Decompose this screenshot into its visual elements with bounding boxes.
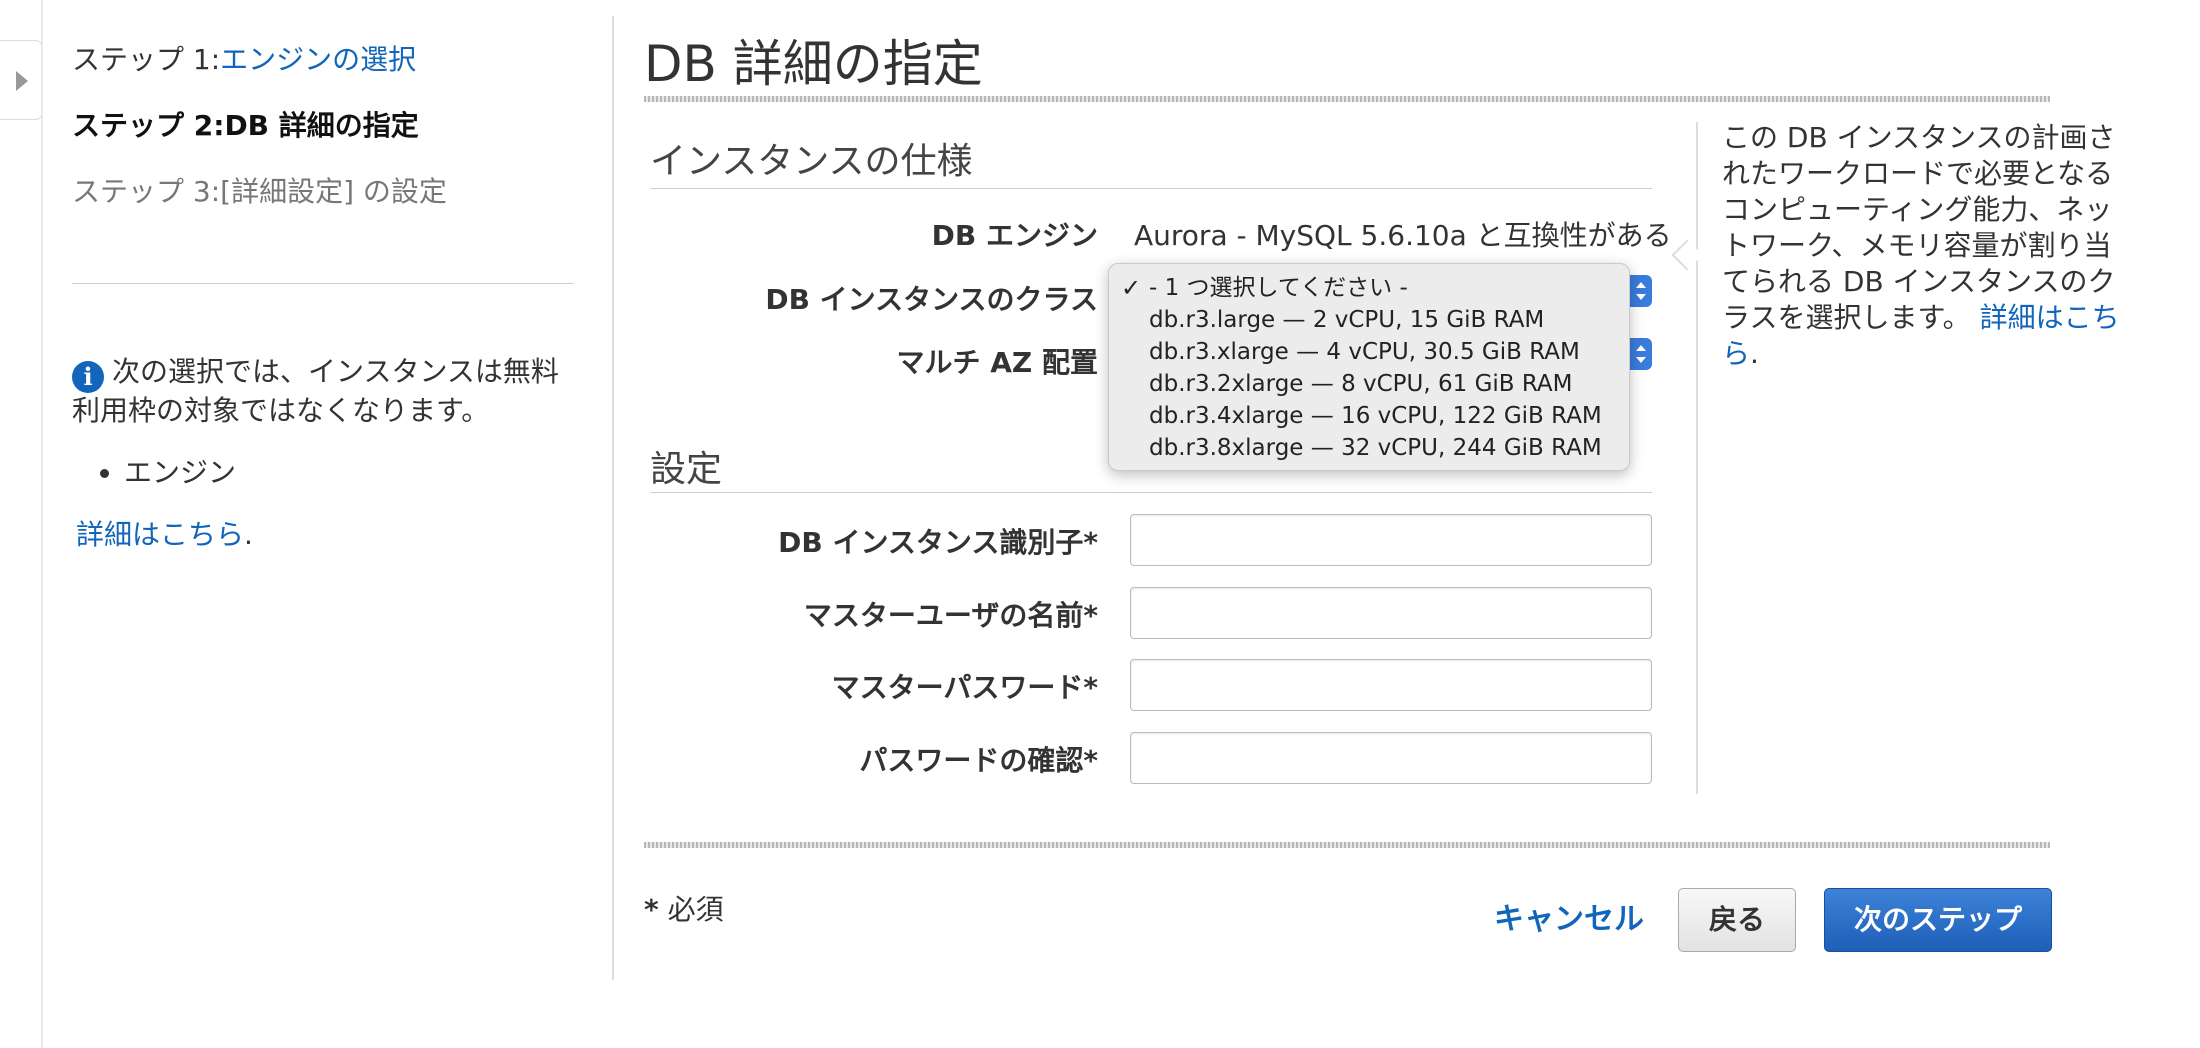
required-label: 必須	[667, 893, 724, 926]
db-identifier-label: DB インスタンス識別子*	[778, 526, 1098, 559]
help-panel: この DB インスタンスの計画されたワークロードで必要となるコンピューティング能…	[1722, 120, 2122, 372]
master-username-label: マスターユーザの名前*	[803, 599, 1098, 632]
step-3-label: [詳細設定] の設定	[220, 175, 447, 208]
confirm-password-label: パスワードの確認*	[859, 744, 1098, 777]
notice-more-link[interactable]: 詳細はこちら	[76, 518, 244, 551]
notice-text-block: i 次の選択では、インスタンスは無料利用枠の対象ではなくなります。	[72, 354, 582, 429]
instance-class-select[interactable]	[1630, 275, 1652, 307]
settings-section-rule	[650, 492, 1652, 493]
spec-section-title: インスタンスの仕様	[650, 141, 973, 182]
notice-list: エンジン	[124, 455, 582, 491]
spec-section-rule	[650, 188, 1652, 189]
title-rule	[644, 96, 2050, 102]
checkmark-icon: ✓	[1121, 274, 1142, 302]
step-1-link[interactable]: エンジンの選択	[220, 43, 416, 76]
dropdown-option-placeholder[interactable]: ✓ - 1 つ選択してください -	[1109, 272, 1629, 304]
free-tier-notice: i次の選択では、インスタンスは無料利用枠の対象ではなくなります。 エンジン 詳細…	[72, 354, 582, 553]
instance-class-dropdown: ✓ - 1 つ選択してください - db.r3.large — 2 vCPU, 1…	[1108, 263, 1630, 471]
sidebar-edge	[41, 0, 43, 1048]
notice-text: 次の選択では、インスタンスは無料利用枠の対象ではなくなります。	[72, 355, 559, 427]
required-note: * 必須	[644, 888, 724, 928]
info-icon: i	[72, 361, 104, 393]
master-password-input[interactable]	[1130, 659, 1652, 711]
cancel-button[interactable]: キャンセル	[1494, 894, 1644, 938]
footer-rule	[644, 842, 2050, 848]
next-step-button[interactable]: 次のステップ	[1824, 888, 2052, 952]
confirm-password-input[interactable]	[1130, 732, 1652, 784]
back-button[interactable]: 戻る	[1678, 888, 1796, 952]
content-divider	[612, 16, 614, 980]
step-3-prefix: ステップ 3:	[72, 175, 221, 208]
notice-more-suffix: .	[244, 518, 253, 551]
multi-az-select[interactable]	[1630, 338, 1652, 370]
step-2-current: ステップ 2:DB 詳細の指定	[72, 106, 582, 172]
settings-section-title: 設定	[650, 449, 723, 490]
dropdown-option[interactable]: db.r3.large — 2 vCPU, 15 GiB RAM	[1109, 304, 1629, 336]
caret-right-icon	[16, 71, 28, 91]
notice-more: 詳細はこちら.	[72, 517, 582, 553]
option-label: - 1 つ選択してください -	[1149, 275, 1408, 301]
multi-az-label: マルチ AZ 配置	[896, 346, 1098, 379]
wizard-steps: ステップ 1:エンジンの選択 ステップ 2:DB 詳細の指定 ステップ 3:[詳…	[72, 40, 582, 238]
step-2-label: DB 詳細の指定	[224, 109, 419, 142]
step-1: ステップ 1:エンジンの選択	[72, 40, 582, 106]
sidebar-toggle-button[interactable]	[0, 40, 42, 120]
master-password-label: マスターパスワード*	[831, 671, 1098, 704]
dropdown-option[interactable]: db.r3.8xlarge — 32 vCPU, 244 GiB RAM	[1109, 432, 1629, 464]
step-1-prefix: ステップ 1:	[72, 43, 221, 76]
dropdown-option[interactable]: db.r3.xlarge — 4 vCPU, 30.5 GiB RAM	[1109, 336, 1629, 368]
db-identifier-input[interactable]	[1130, 514, 1652, 566]
required-star: *	[644, 893, 659, 926]
help-divider	[1696, 122, 1698, 794]
dropdown-option[interactable]: db.r3.4xlarge — 16 vCPU, 122 GiB RAM	[1109, 400, 1629, 432]
master-username-input[interactable]	[1130, 587, 1652, 639]
step-3: ステップ 3:[詳細設定] の設定	[72, 172, 582, 238]
notice-list-item: エンジン	[124, 455, 582, 491]
engine-value: Aurora - MySQL 5.6.10a と互換性がある	[1134, 219, 1672, 252]
page-title: DB 詳細の指定	[644, 35, 983, 93]
dropdown-option[interactable]: db.r3.2xlarge — 8 vCPU, 61 GiB RAM	[1109, 368, 1629, 400]
step-2-prefix: ステップ 2:	[72, 109, 225, 142]
engine-label: DB エンジン	[931, 219, 1098, 252]
sidebar-divider	[72, 283, 574, 284]
help-more-suffix: .	[1750, 337, 1759, 370]
instance-class-label: DB インスタンスのクラス	[765, 283, 1098, 316]
